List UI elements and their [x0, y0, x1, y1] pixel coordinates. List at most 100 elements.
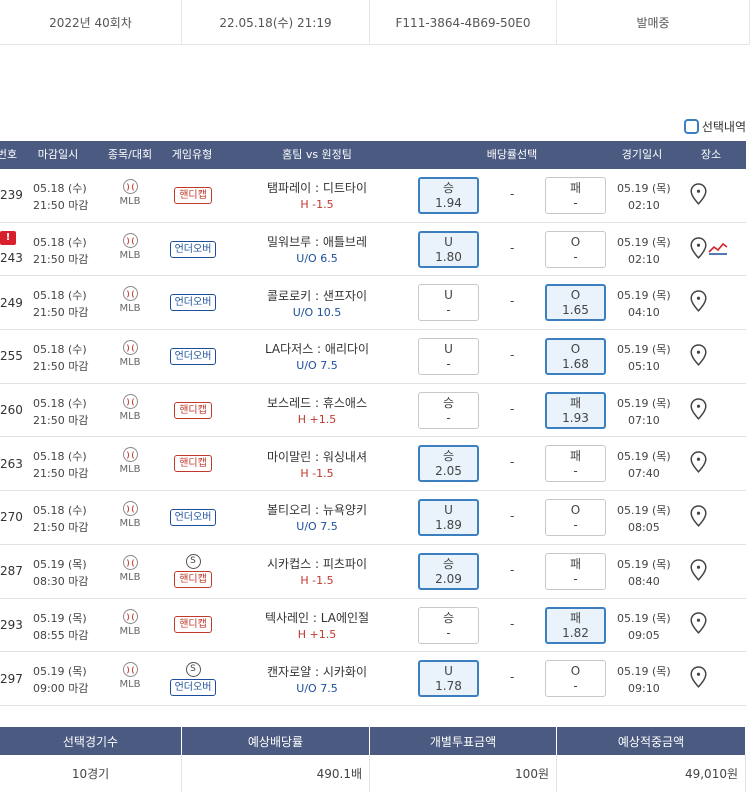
sport-league: MLB [118, 232, 142, 261]
odds-away-label: O [570, 503, 581, 518]
map-pin-icon[interactable] [690, 397, 707, 423]
map-pin-icon[interactable] [690, 666, 707, 691]
odds-home-button[interactable]: 승- [418, 391, 479, 429]
sport-league: MLB [118, 340, 142, 368]
col-game-time: 경기일시 [621, 148, 663, 161]
odds-home-button[interactable]: 승 2.09 [418, 552, 479, 590]
game-type-tag: 핸디캡 [174, 186, 212, 204]
odds-draw: - [510, 348, 515, 363]
venue [690, 437, 707, 490]
odds-away-button[interactable]: 패 1.93 [545, 391, 606, 429]
game-number: 270 [0, 510, 23, 525]
games-table-body: 239 05.18 (수) 21:50 마감 MLB 핸디캡 탬파레이 : 디트타이 H -… [0, 169, 746, 706]
selected-games-count: 10경기 [0, 755, 182, 792]
odds-home-value: 1.94 [435, 196, 462, 210]
col-game-type: 게임유형 [171, 148, 213, 161]
matchup-teams: 캔자로얄 : 시카화이 [267, 664, 367, 679]
games-table-header: 번호 마감일시 종목/대회 게임유형 홈팀 vs 원정팀 배당률선택 경기일시 … [0, 141, 746, 169]
close-date: 05.18 (수) [33, 235, 87, 249]
slip-code: F111-3864-4B69-50E0 [370, 0, 557, 45]
odds-home-button[interactable]: U- [418, 284, 479, 322]
close-date: 05.18 (수) [33, 289, 87, 303]
game-datetime: 05.19 (목) 02:10 [617, 180, 671, 214]
game-type-tag: 언더오버 [169, 240, 217, 258]
odds-home-button[interactable]: U 1.89 [418, 499, 479, 537]
game-datetime: 05.19 (목) 04:10 [617, 287, 671, 321]
close-datetime: 05.18 (수) 21:50 마감 [33, 341, 88, 375]
odds-draw: - [510, 240, 515, 255]
odds-away-button[interactable]: 패- [545, 177, 606, 214]
game-type-tag: 언더오버 [169, 294, 217, 312]
close-datetime: 05.18 (수) 21:50 마감 [33, 448, 88, 482]
game-date: 05.19 (목) [617, 611, 671, 625]
handicap-line: U/O 7.5 [296, 359, 338, 373]
handicap-line: H -1.5 [300, 466, 334, 480]
summary-values: 10경기 490.1배 100원 49,010원 [0, 755, 746, 792]
odds-home-button[interactable]: U- [418, 338, 479, 376]
game-type: S 핸디캡 [168, 545, 218, 598]
game-date: 05.19 (목) [617, 557, 671, 571]
odds-home-button[interactable]: 승 1.94 [418, 177, 479, 214]
odds-home-button[interactable]: U 1.80 [418, 230, 479, 268]
map-pin-icon[interactable] [690, 290, 707, 315]
game-row: 263 05.18 (수) 21:50 마감 MLB 핸디캡 마이말린 : 워싱내셔 H -… [0, 437, 746, 492]
close-date: 05.18 (수) [33, 343, 87, 357]
odds-home-button[interactable]: 승 2.05 [418, 445, 479, 483]
odds-home-value: 2.09 [435, 571, 462, 586]
close-datetime: 05.18 (수) 21:50 마감 [33, 287, 88, 321]
handicap-line: U/O 7.5 [296, 681, 338, 695]
odds-away-button[interactable]: O- [545, 499, 606, 537]
odds-away-button[interactable]: O 1.68 [545, 338, 606, 376]
baseball-icon [122, 393, 138, 409]
odds-home-button[interactable]: 승- [418, 606, 479, 644]
odds-home-button[interactable]: U 1.78 [418, 660, 479, 698]
game-number: 263 [0, 456, 23, 471]
matchup: 밀워브루 : 애틀브레 U/O 6.5 [232, 223, 402, 276]
odds-away-value: - [573, 196, 578, 210]
odds-away-value: 1.65 [562, 303, 589, 318]
odds-home-label: U [444, 234, 453, 249]
game-time: 07:10 [628, 413, 660, 427]
odds-home-value: 2.05 [435, 464, 462, 479]
close-time: 21:50 마감 [33, 413, 89, 427]
odds-away-button[interactable]: O 1.65 [545, 284, 606, 322]
matchup-teams: 볼티오리 : 뉴욕양키 [267, 503, 367, 518]
close-date: 05.18 (수) [33, 396, 87, 410]
odds-away-button[interactable]: 패- [545, 552, 606, 590]
game-number: 249 [0, 295, 23, 310]
selection-legend-label: 선택내역 [701, 120, 746, 134]
odds-away-button[interactable]: 패- [545, 445, 606, 483]
game-row: 260 05.18 (수) 21:50 마감 MLB 핸디캡 보스레드 : 휴스애스 H +… [0, 384, 746, 438]
map-pin-icon[interactable] [690, 344, 707, 369]
map-pin-icon[interactable] [690, 183, 707, 208]
odds-away-button[interactable]: O- [545, 230, 606, 268]
map-pin-icon[interactable] [690, 505, 707, 530]
close-time: 09:00 마감 [33, 682, 89, 696]
odds-away-label: 패 [569, 395, 582, 410]
map-pin-icon[interactable] [690, 612, 707, 637]
game-datetime: 05.19 (목) 07:40 [617, 448, 671, 482]
col-sport-league: 종목/대회 [107, 148, 153, 161]
odds-home-value: 1.78 [435, 679, 462, 694]
odds-away-value: - [573, 518, 578, 533]
sale-status: 발매중 [557, 0, 750, 45]
odds-away-button[interactable]: O- [545, 660, 606, 698]
map-pin-icon[interactable] [690, 558, 707, 584]
game-row: 255 05.18 (수) 21:50 마감 MLB 언더오버 LA다저스 : 애리다이 U… [0, 330, 746, 384]
game-number: 260 [0, 403, 23, 418]
close-time: 21:50 마감 [33, 199, 89, 212]
venue [690, 652, 707, 705]
map-pin-icon[interactable] [690, 451, 707, 476]
odds-home-value: - [446, 410, 451, 425]
baseball-icon [122, 340, 138, 356]
odds-away-value: - [573, 679, 578, 694]
game-datetime: 05.19 (목) 08:05 [617, 502, 671, 536]
map-pin-icon[interactable] [690, 236, 707, 262]
game-datetime: 05.19 (목) 09:10 [617, 663, 671, 697]
game-date: 05.19 (목) [617, 504, 671, 518]
close-datetime: 05.18 (수) 21:50 마감 [33, 180, 88, 214]
trend-chart-icon[interactable] [708, 241, 728, 258]
matchup: 텍사레인 : LA에인절 H +1.5 [232, 599, 402, 652]
odds-away-button[interactable]: 패 1.82 [545, 606, 606, 644]
game-time: 09:10 [628, 682, 660, 696]
